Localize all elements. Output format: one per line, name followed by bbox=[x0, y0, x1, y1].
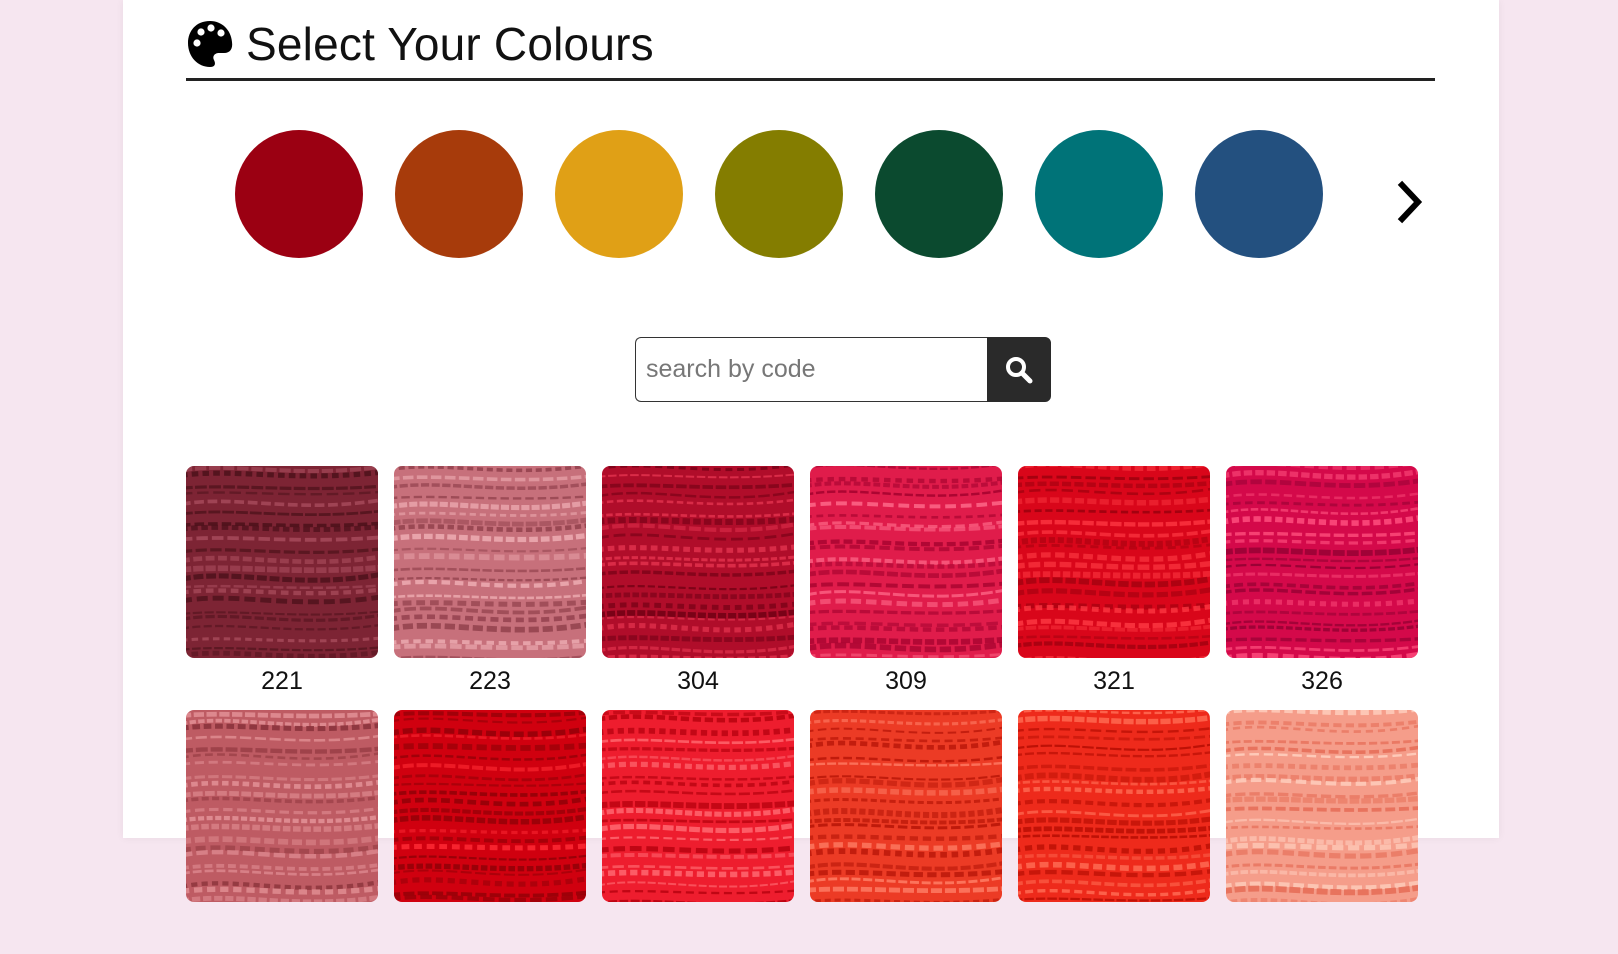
colour-swatch-blue[interactable] bbox=[1195, 130, 1323, 258]
thread-swatch-image bbox=[810, 710, 1002, 902]
thread-swatch-image bbox=[1226, 710, 1418, 902]
search-input[interactable] bbox=[635, 337, 987, 402]
thread-code: 221 bbox=[261, 667, 303, 695]
thread-code bbox=[394, 902, 586, 954]
thread-swatch-image bbox=[1226, 466, 1418, 658]
colour-swatch-dark-green[interactable] bbox=[875, 130, 1003, 258]
thread-swatch-image bbox=[394, 466, 586, 658]
thread-swatch-image bbox=[186, 466, 378, 658]
thread-grid: 221 223 304 309 321 326 bbox=[186, 466, 1418, 954]
thread-code: 223 bbox=[469, 667, 511, 695]
thread-code: 309 bbox=[885, 667, 927, 695]
search-bar bbox=[635, 337, 1051, 402]
colour-swatch-olive[interactable] bbox=[715, 130, 843, 258]
thread-swatch-image bbox=[1018, 466, 1210, 658]
colour-selector-card: Select Your Colours 221 223 304 309 321 326 bbox=[123, 0, 1499, 902]
thread-item[interactable] bbox=[1018, 710, 1210, 954]
thread-swatch-image bbox=[394, 710, 586, 902]
thread-code bbox=[810, 902, 1002, 954]
page-title: Select Your Colours bbox=[246, 18, 654, 70]
thread-item[interactable] bbox=[602, 710, 794, 954]
colour-swatch-red[interactable] bbox=[235, 130, 363, 258]
thread-code bbox=[1018, 902, 1210, 954]
colour-swatch-yellow[interactable] bbox=[555, 130, 683, 258]
thread-item[interactable] bbox=[810, 710, 1002, 954]
thread-item[interactable]: 221 bbox=[186, 466, 378, 710]
thread-item[interactable] bbox=[394, 710, 586, 954]
thread-code bbox=[602, 902, 794, 954]
colour-swatch-orange[interactable] bbox=[395, 130, 523, 258]
thread-swatch-image bbox=[810, 466, 1002, 658]
thread-item[interactable] bbox=[1226, 710, 1418, 954]
thread-swatch-image bbox=[602, 710, 794, 902]
search-icon bbox=[1006, 356, 1033, 383]
colour-swatch-row bbox=[235, 130, 1323, 258]
thread-swatch-image bbox=[602, 466, 794, 658]
thread-item[interactable]: 321 bbox=[1018, 466, 1210, 710]
thread-swatch-image bbox=[1018, 710, 1210, 902]
search-button[interactable] bbox=[987, 337, 1051, 402]
thread-code: 304 bbox=[677, 667, 719, 695]
colour-swatch-teal[interactable] bbox=[1035, 130, 1163, 258]
thread-code: 321 bbox=[1093, 667, 1135, 695]
section-header: Select Your Colours bbox=[186, 10, 1435, 81]
thread-item[interactable]: 309 bbox=[810, 466, 1002, 710]
thread-swatch-image bbox=[186, 710, 378, 902]
next-swatches-button[interactable] bbox=[1386, 176, 1434, 228]
thread-code bbox=[186, 902, 378, 954]
thread-item[interactable]: 223 bbox=[394, 466, 586, 710]
thread-item[interactable] bbox=[186, 710, 378, 954]
palette-icon bbox=[188, 21, 233, 67]
chevron-right-icon bbox=[1397, 180, 1423, 224]
thread-item[interactable]: 326 bbox=[1226, 466, 1418, 710]
thread-code bbox=[1226, 902, 1418, 954]
thread-code: 326 bbox=[1301, 667, 1343, 695]
thread-item[interactable]: 304 bbox=[602, 466, 794, 710]
